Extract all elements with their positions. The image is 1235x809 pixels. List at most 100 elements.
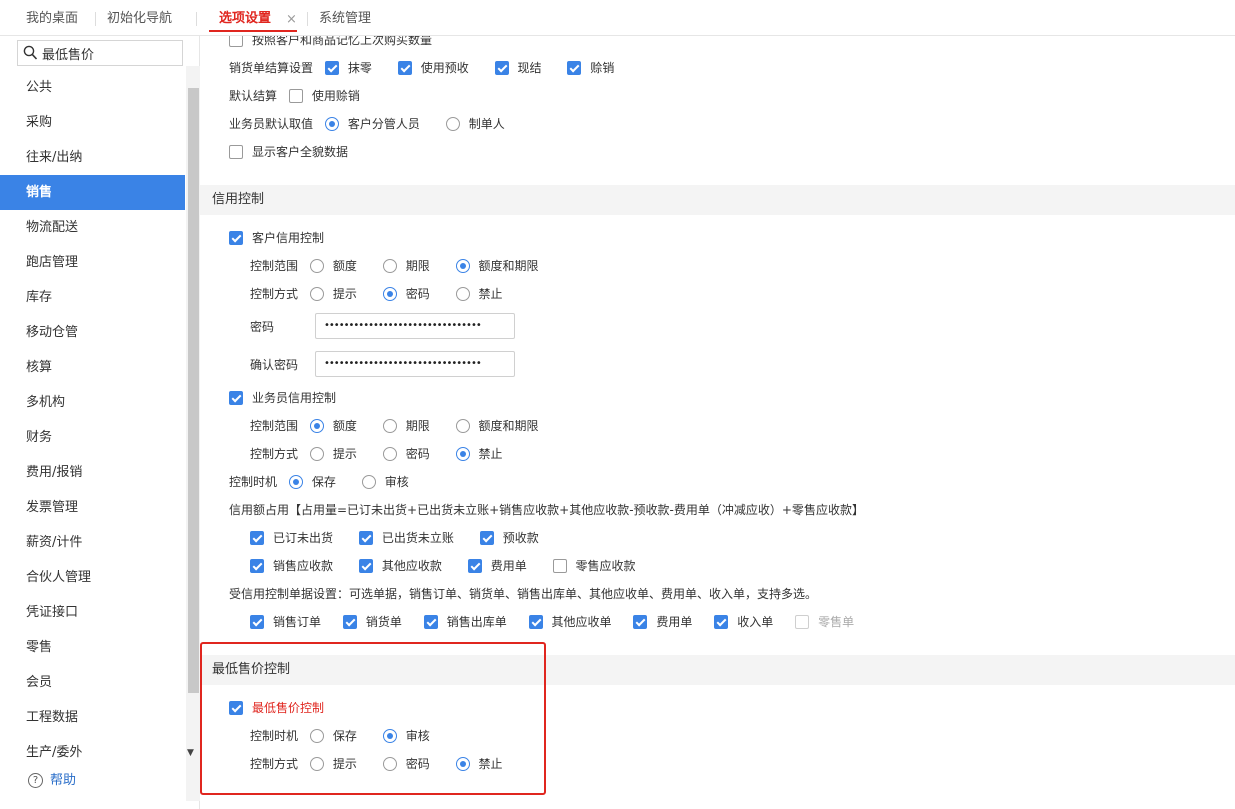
confirm-password-field[interactable]: •••••••••••••••••••••••••••••••• <box>315 351 515 377</box>
settle-option-zero[interactable]: 抹零 <box>324 58 372 78</box>
use-credit-sale-option[interactable]: 使用赊销 <box>288 86 360 106</box>
scope-option-period[interactable]: 期限 <box>382 416 430 436</box>
tab-separator <box>307 12 308 26</box>
occupy-prepaid[interactable]: 预收款 <box>479 528 539 548</box>
settle-settings-row: 销货单结算设置 抹零 使用预收 现结 赊销 <box>229 58 636 78</box>
sidebar-item[interactable]: 物流配送 <box>0 210 185 245</box>
credit-docs-description: 受信用控制单据设置：可选单据，销售订单、销货单、销售出库单、其他应收单、费用单、… <box>229 587 818 601</box>
occupy-sales-receivable[interactable]: 销售应收款 <box>250 556 333 576</box>
tab-bar: 我的桌面 初始化导航 选项设置 × 系统管理 <box>0 0 1235 36</box>
sidebar-item[interactable]: 工程数据 <box>0 700 185 735</box>
sidebar-item[interactable]: 采购 <box>0 105 185 140</box>
min-timing-option-save[interactable]: 保存 <box>309 726 357 746</box>
min-price-control-option[interactable]: 最低售价控制 <box>229 698 324 718</box>
credit-control-header: 信用控制 <box>200 185 1235 215</box>
show-customer-all-option[interactable]: 显示客户全貌数据 <box>229 142 348 162</box>
occupy-row-1: 已订未出货 已出货未立账 预收款 <box>250 528 561 548</box>
min-timing-option-audit[interactable]: 审核 <box>382 726 430 746</box>
doc-other-receivable[interactable]: 其他应收单 <box>528 612 612 632</box>
credit-docs-row: 销售订单 销货单 销售出库单 其他应收单 费用单 收入单 零售单 <box>250 612 876 632</box>
checkbox[interactable] <box>229 36 243 47</box>
scroll-down-arrow-icon[interactable]: ▼ <box>187 748 194 758</box>
scope-option-amount[interactable]: 额度 <box>309 416 357 436</box>
sidebar-item[interactable]: 生产/委外 <box>0 735 185 770</box>
occupy-shipped-unbilled[interactable]: 已出货未立账 <box>358 528 454 548</box>
salesman-method-row: 控制方式 提示 密码 禁止 <box>250 444 525 464</box>
min-price-method-row: 控制方式 提示 密码 禁止 <box>250 754 525 774</box>
occupy-expense[interactable]: 费用单 <box>467 556 527 576</box>
settle-option-prepaid[interactable]: 使用预收 <box>397 58 469 78</box>
sidebar-item[interactable]: 库存 <box>0 280 185 315</box>
sidebar-item[interactable]: 发票管理 <box>0 490 185 525</box>
salesman-option-customer-manager[interactable]: 客户分管人员 <box>324 114 420 134</box>
doc-expense[interactable]: 费用单 <box>633 612 692 632</box>
doc-income[interactable]: 收入单 <box>714 612 773 632</box>
scope-option-both[interactable]: 额度和期限 <box>455 256 539 276</box>
method-option-forbid[interactable]: 禁止 <box>455 444 503 464</box>
tab-system-management[interactable]: 系统管理 <box>319 0 371 36</box>
doc-sales-outbound[interactable]: 销售出库单 <box>423 612 507 632</box>
sidebar-item[interactable]: 公共 <box>0 70 185 105</box>
tab-init-guide[interactable]: 初始化导航 <box>107 0 172 36</box>
occupy-retail-receivable[interactable]: 零售应收款 <box>552 556 636 576</box>
timing-option-save[interactable]: 保存 <box>288 472 336 492</box>
remember-qty-option[interactable]: 按照客户和商品记忆上次购买数量 <box>229 36 432 50</box>
sidebar-item[interactable]: 财务 <box>0 420 185 455</box>
doc-delivery[interactable]: 销货单 <box>342 612 402 632</box>
occupy-ordered-unshipped[interactable]: 已订未出货 <box>250 528 333 548</box>
sidebar-item[interactable]: 合伙人管理 <box>0 560 185 595</box>
scope-option-period[interactable]: 期限 <box>382 256 430 276</box>
scope-option-amount[interactable]: 额度 <box>309 256 357 276</box>
search-icon <box>23 45 38 60</box>
method-option-password[interactable]: 密码 <box>382 284 430 304</box>
credit-timing-row: 控制时机 保存 审核 <box>229 472 431 492</box>
timing-option-audit[interactable]: 审核 <box>361 472 409 492</box>
method-option-forbid[interactable]: 禁止 <box>455 284 503 304</box>
customer-method-row: 控制方式 提示 密码 禁止 <box>250 284 525 304</box>
salesman-credit-option[interactable]: 业务员信用控制 <box>229 388 336 408</box>
min-price-control-header: 最低售价控制 <box>200 655 1235 685</box>
question-icon: ? <box>28 773 43 788</box>
salesman-option-creator[interactable]: 制单人 <box>445 114 505 134</box>
min-method-option-forbid[interactable]: 禁止 <box>455 754 503 774</box>
sidebar-item[interactable]: 往来/出纳 <box>0 140 185 175</box>
password-label: 密码 <box>250 320 275 334</box>
search-box <box>17 40 183 66</box>
method-option-prompt[interactable]: 提示 <box>309 444 357 464</box>
sidebar-item[interactable]: 核算 <box>0 350 185 385</box>
settle-option-credit[interactable]: 赊销 <box>567 58 614 78</box>
sidebar-item[interactable]: 零售 <box>0 630 185 665</box>
scrollbar-thumb[interactable] <box>188 88 199 693</box>
sidebar-item[interactable]: 移动仓管 <box>0 315 185 350</box>
method-option-prompt[interactable]: 提示 <box>309 284 357 304</box>
method-option-password[interactable]: 密码 <box>382 444 430 464</box>
help-label: 帮助 <box>50 773 77 788</box>
help-link[interactable]: ? 帮助 <box>28 773 76 789</box>
settle-option-cash[interactable]: 现结 <box>494 58 542 78</box>
sidebar-item[interactable]: 薪资/计件 <box>0 525 185 560</box>
doc-sales-order[interactable]: 销售订单 <box>250 612 321 632</box>
customer-credit-option[interactable]: 客户信用控制 <box>229 228 324 248</box>
salesman-scope-row: 控制范围 额度 期限 额度和期限 <box>250 416 561 436</box>
salesman-default-row: 业务员默认取值 客户分管人员 制单人 <box>229 114 527 134</box>
sidebar-item[interactable]: 费用/报销 <box>0 455 185 490</box>
sidebar-item[interactable]: 销售 <box>0 175 185 210</box>
active-tab-indicator <box>209 30 297 32</box>
default-settle-row: 默认结算 使用赊销 <box>229 86 382 106</box>
min-method-option-prompt[interactable]: 提示 <box>309 754 357 774</box>
customer-scope-row: 控制范围 额度 期限 额度和期限 <box>250 256 561 276</box>
sidebar-item[interactable]: 会员 <box>0 665 185 700</box>
password-field[interactable]: •••••••••••••••••••••••••••••••• <box>315 313 515 339</box>
sidebar-item[interactable]: 多机构 <box>0 385 185 420</box>
sidebar-item[interactable]: 跑店管理 <box>0 245 185 280</box>
min-method-option-password[interactable]: 密码 <box>382 754 430 774</box>
sidebar-item[interactable]: 凭证接口 <box>0 595 185 630</box>
doc-retail: 零售单 <box>795 612 854 632</box>
tab-separator <box>95 12 96 26</box>
min-price-timing-row: 控制时机 保存 审核 <box>250 726 452 746</box>
scope-option-both[interactable]: 额度和期限 <box>455 416 539 436</box>
occupy-other-receivable[interactable]: 其他应收款 <box>358 556 442 576</box>
close-icon[interactable]: × <box>286 0 297 40</box>
search-input[interactable] <box>42 42 180 64</box>
tab-my-desktop[interactable]: 我的桌面 <box>26 0 78 36</box>
